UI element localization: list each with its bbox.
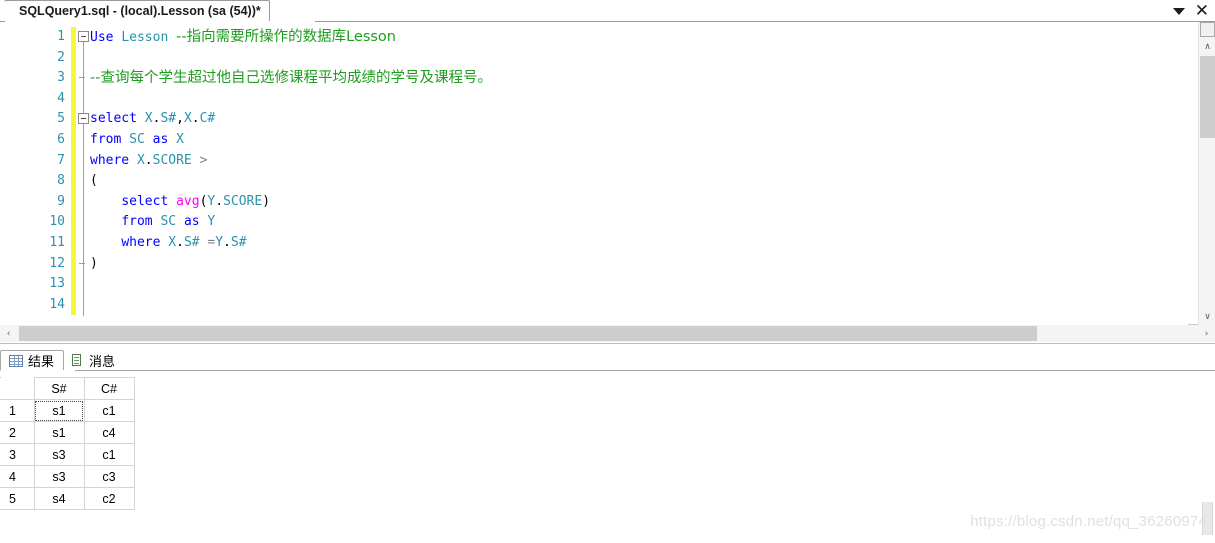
code-line[interactable]: 11 where X.S# =Y.S#	[0, 233, 1188, 254]
line-number: 14	[49, 296, 65, 312]
grid-cell[interactable]: s4	[33, 487, 85, 510]
tab-results[interactable]: 结果	[0, 350, 65, 371]
grid-corner-header[interactable]	[0, 377, 35, 400]
grid-cell[interactable]: c3	[83, 465, 135, 488]
vertical-scroll-thumb[interactable]	[1200, 56, 1215, 138]
code-line[interactable]: 4	[0, 89, 1188, 110]
code-line-text: where X.SCORE >	[90, 152, 208, 168]
code-line-text: from SC as Y	[121, 214, 216, 230]
tab-title-label: SQLQuery1.sql - (local).Lesson (sa (54))…	[19, 4, 261, 18]
code-line[interactable]: 5 select X.S#,X.C#	[0, 109, 1188, 130]
line-number: 1	[57, 29, 65, 44]
code-line-text: select avg(Y.SCORE)	[121, 193, 271, 209]
line-number: 6	[57, 131, 65, 147]
grid-cell[interactable]: s3	[33, 443, 85, 466]
results-tab-strip: 结果 消息	[0, 349, 124, 371]
document-tab-strip: SQLQuery1.sql - (local).Lesson (sa (54))…	[0, 0, 1215, 22]
line-number: 12	[49, 255, 65, 271]
code-line-text: )	[90, 255, 98, 271]
code-line-text: (	[90, 173, 98, 189]
line-number: 13	[49, 276, 65, 292]
code-line-text: select X.S#,X.C#	[90, 111, 216, 127]
table-row[interactable]: 2 s1 c4	[0, 421, 135, 444]
results-grid[interactable]: S# C# 1 s1 c1 2 s1 c4 3 s3 c1 4 s3 c3 5 s4 c2	[0, 377, 135, 510]
scroll-down-arrow-icon[interactable]: ∨	[1199, 308, 1215, 325]
code-line[interactable]: 6 from SC as X	[0, 130, 1188, 151]
line-number: 11	[49, 234, 65, 250]
line-number: 9	[57, 193, 65, 209]
row-number-header[interactable]: 5	[0, 487, 35, 510]
grid-cell[interactable]: c4	[83, 421, 135, 444]
scrollbar-split-button[interactable]	[1200, 22, 1215, 37]
grid-cell[interactable]: s1	[33, 399, 85, 422]
line-number: 3	[57, 70, 65, 86]
code-line[interactable]: 10 from SC as Y	[0, 212, 1188, 233]
line-number: 10	[49, 214, 65, 230]
close-icon[interactable]: ✕	[1195, 2, 1209, 20]
scroll-right-arrow-icon[interactable]: ›	[1198, 325, 1215, 342]
fold-collapse-icon[interactable]	[78, 113, 89, 125]
fold-branch-mark	[79, 77, 85, 79]
grid-cell[interactable]: s1	[33, 421, 85, 444]
table-row[interactable]: 4 s3 c3	[0, 465, 135, 488]
tab-messages[interactable]: 消息	[64, 350, 124, 371]
code-line-text: where X.S# =Y.S#	[121, 234, 247, 250]
chevron-down-icon[interactable]	[1172, 7, 1185, 15]
results-active-tab-joint	[1, 370, 75, 371]
line-number: 2	[57, 49, 65, 65]
code-line[interactable]: 9 select avg(Y.SCORE)	[0, 192, 1188, 213]
line-number: 4	[57, 90, 65, 106]
tab-strip-controls: ✕	[1172, 2, 1211, 20]
table-row[interactable]: 3 s3 c1	[0, 443, 135, 466]
row-number-header[interactable]: 4	[0, 465, 35, 488]
column-header-s[interactable]: S#	[33, 377, 85, 400]
code-line[interactable]: 12)	[0, 254, 1188, 275]
column-header-c[interactable]: C#	[83, 377, 135, 400]
scroll-left-arrow-icon[interactable]: ‹	[0, 325, 17, 342]
code-line-text: --查询每个学生超过他自己选修课程平均成绩的学号及课程号。	[90, 69, 492, 86]
code-line-text: Use Lesson --指向需要所操作的数据库Lesson	[90, 28, 396, 45]
table-row[interactable]: 1 s1 c1	[0, 399, 135, 422]
code-line[interactable]: 2	[0, 48, 1188, 69]
editor-vertical-scrollbar[interactable]: ∧ ∨	[1198, 22, 1215, 325]
grid-cell[interactable]: c1	[83, 443, 135, 466]
watermark-text: https://blog.csdn.net/qq_36260974	[970, 513, 1207, 530]
tab-messages-label: 消息	[89, 355, 116, 370]
tab-sqlquery1[interactable]: SQLQuery1.sql - (local).Lesson (sa (54))…	[0, 0, 270, 21]
scroll-up-arrow-icon[interactable]: ∧	[1199, 38, 1215, 55]
code-line[interactable]: 1 Use Lesson --指向需要所操作的数据库Lesson	[0, 27, 1188, 48]
fold-branch-mark	[79, 262, 85, 264]
results-grid-body: 1 s1 c1 2 s1 c4 3 s3 c1 4 s3 c3 5 s4 c2	[0, 399, 135, 510]
table-row[interactable]: 5 s4 c2	[0, 487, 135, 510]
grid-cell[interactable]: c1	[83, 399, 135, 422]
code-line[interactable]: 14	[0, 295, 1188, 316]
code-line[interactable]: 7 where X.SCORE >	[0, 151, 1188, 172]
editor-horizontal-scrollbar[interactable]: ‹ ›	[0, 325, 1215, 342]
code-line[interactable]: 8(	[0, 171, 1188, 192]
code-lines-container: 1 Use Lesson --指向需要所操作的数据库Lesson 2 3 --查询每个学…	[0, 22, 1188, 316]
code-line[interactable]: 13	[0, 274, 1188, 295]
grid-icon	[9, 354, 23, 367]
message-icon	[72, 354, 84, 367]
row-number-header[interactable]: 2	[0, 421, 35, 444]
tab-results-label: 结果	[28, 355, 55, 370]
code-line[interactable]: 3 --查询每个学生超过他自己选修课程平均成绩的学号及课程号。	[0, 68, 1188, 89]
line-number: 8	[57, 173, 65, 189]
row-number-header[interactable]: 3	[0, 443, 35, 466]
results-tabs-underline	[0, 370, 1215, 371]
line-number: 5	[57, 111, 65, 127]
fold-collapse-icon[interactable]	[78, 31, 89, 42]
grid-cell[interactable]: c2	[83, 487, 135, 510]
row-number-header[interactable]: 1	[0, 399, 35, 422]
code-line-text: from SC as X	[90, 131, 184, 147]
results-grid-header-row: S# C#	[0, 377, 135, 400]
grid-cell[interactable]: s3	[33, 465, 85, 488]
sql-editor-text-area[interactable]: 1 Use Lesson --指向需要所操作的数据库Lesson 2 3 --查询每个学…	[0, 22, 1188, 325]
sql-editor-panel: 1 Use Lesson --指向需要所操作的数据库Lesson 2 3 --查询每个学…	[0, 22, 1215, 325]
line-number: 7	[57, 152, 65, 168]
horizontal-scroll-thumb[interactable]	[19, 326, 1037, 341]
